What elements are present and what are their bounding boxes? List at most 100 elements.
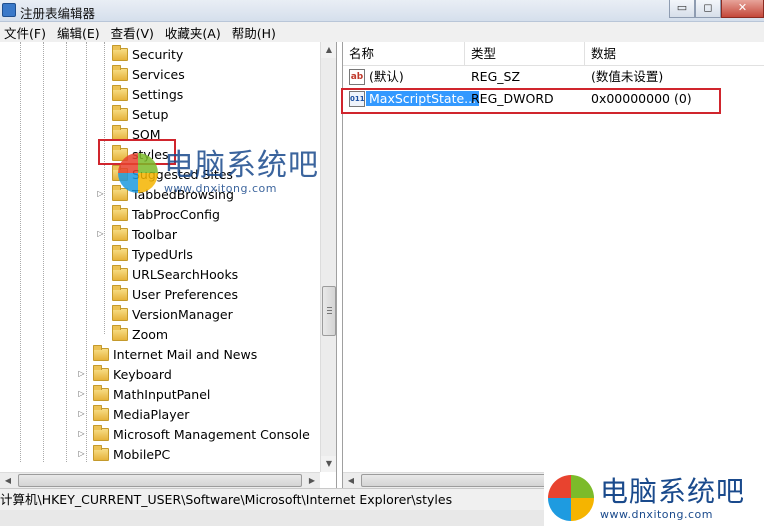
folder-icon [112,84,128,101]
window-title: 注册表编辑器 [20,6,96,21]
expand-arrow-icon[interactable]: ▷ [77,449,86,458]
tree-item-label: MathInputPanel [113,386,211,402]
folder-icon [112,244,128,261]
tree-item-label: Setup [132,106,169,122]
tree-item-urlsearchhooks[interactable]: URLSearchHooks [112,264,238,284]
scroll-down-icon[interactable]: ▼ [321,456,336,472]
tree-item-user-preferences[interactable]: User Preferences [112,284,238,304]
folder-icon [112,64,128,81]
folder-icon [93,404,109,421]
folder-icon [112,324,128,341]
tree-item-settings[interactable]: Settings [112,84,183,104]
folder-icon [93,384,109,401]
tree-item-label: User Preferences [132,286,238,302]
tree-item-security[interactable]: Security [112,44,183,64]
folder-icon [112,104,128,121]
folder-icon [112,204,128,221]
tree-item-keyboard[interactable]: ▷ Keyboard [78,364,172,384]
value-row-default[interactable]: ab (默认) REG_SZ (数值未设置) [343,66,763,88]
watermark-center: 电脑系统吧 www.dnxitong.com [118,150,319,195]
column-header-name[interactable]: 名称 [343,42,465,66]
value-name: (默认) [369,69,404,84]
folder-icon [93,444,109,461]
folder-icon [93,364,109,381]
close-button[interactable]: ✕ [721,0,764,18]
scroll-up-icon[interactable]: ▲ [321,42,336,58]
maximize-button[interactable]: ◻ [695,0,721,18]
column-header-type[interactable]: 类型 [465,42,585,66]
values-list[interactable]: 名称 类型 数据 ab (默认) REG_SZ (数值未设置) 011 MaxS… [341,42,764,489]
regedit-app-icon [2,3,16,17]
tree-item-services[interactable]: Services [112,64,185,84]
tree-guide-line [43,42,44,462]
watermark-logo-icon [118,152,158,193]
tree-item-mediaplayer[interactable]: ▷ MediaPlayer [78,404,190,424]
tree-item-versionmanager[interactable]: VersionManager [112,304,233,324]
registry-tree[interactable]: SecurityServicesSettingsSetupSQMstylesSu… [0,42,337,488]
expand-arrow-icon[interactable]: ▷ [77,369,86,378]
tree-item-mobilepc[interactable]: ▷ MobilePC [78,444,171,464]
expand-arrow-icon[interactable]: ▷ [77,389,86,398]
value-data: (数值未设置) [591,69,664,84]
tree-item-label: Microsoft Management Console [113,426,310,442]
tree-item-internet-mail-and-news[interactable]: Internet Mail and News [93,344,257,364]
tree-item-label: TypedUrls [132,246,193,262]
folder-icon [112,224,128,241]
tree-item-label: Zoom [132,326,169,342]
scroll-thumb[interactable] [322,286,336,336]
watermark-corner: 电脑系统吧 www.dnxitong.com [544,470,764,526]
tree-item-label: MobilePC [113,446,171,462]
tree-item-mathinputpanel[interactable]: ▷ MathInputPanel [78,384,211,404]
tree-item-typedurls[interactable]: TypedUrls [112,244,193,264]
tree-guide-line [20,42,21,462]
scroll-left-icon[interactable]: ◀ [0,473,16,488]
tree-item-label: Settings [132,86,184,102]
tree-item-label: Internet Mail and News [113,346,258,362]
string-value-icon: ab [349,69,365,85]
menu-view[interactable]: 查看(V) [107,23,161,42]
tree-item-label: Services [132,66,185,82]
tree-item-label: TabProcConfig [132,206,220,222]
folder-icon [112,284,128,301]
watermark-url: www.dnxitong.com [164,182,277,195]
folder-icon [112,304,128,321]
tree-item-label: VersionManager [132,306,233,322]
watermark-logo-icon [548,475,594,521]
expand-arrow-icon[interactable]: ▷ [96,189,105,198]
folder-icon [112,264,128,281]
tree-item-label: URLSearchHooks [132,266,239,282]
tree-guide-line [66,42,67,462]
tree-horizontal-scrollbar[interactable]: ◀ ▶ [0,472,320,488]
folder-icon [112,44,128,61]
expand-arrow-icon[interactable]: ▷ [77,409,86,418]
menu-edit[interactable]: 编辑(E) [53,23,107,42]
tree-guide-line [86,42,87,462]
tree-item-label: MediaPlayer [113,406,190,422]
menu-help[interactable]: 帮助(H) [228,23,283,42]
scroll-right-icon[interactable]: ▶ [304,473,320,488]
tree-item-zoom[interactable]: Zoom [112,324,168,344]
folder-icon [93,424,109,441]
scroll-left-icon[interactable]: ◀ [343,473,359,489]
expand-arrow-icon[interactable]: ▷ [77,429,86,438]
expand-arrow-icon[interactable]: ▷ [96,229,105,238]
tree-item-toolbar[interactable]: ▷ Toolbar [97,224,178,244]
tree-item-label: Security [132,46,184,62]
tree-item-microsoft-management-console[interactable]: ▷ Microsoft Management Console [78,424,310,444]
watermark-title: 电脑系统吧 [164,148,319,183]
tree-guide-line [104,42,105,334]
tree-item-label: Keyboard [113,366,172,382]
list-header: 名称 类型 数据 [343,42,764,66]
tree-vertical-scrollbar[interactable]: ▲ ▼ [320,42,336,472]
tree-item-setup[interactable]: Setup [112,104,168,124]
maxscriptstate-highlight-box [341,88,721,114]
tree-item-tabprocconfig[interactable]: TabProcConfig [112,204,220,224]
watermark-title: 电脑系统吧 [600,474,746,508]
scroll-thumb[interactable] [18,474,302,487]
menu-favorites[interactable]: 收藏夹(A) [161,23,228,42]
menu-file[interactable]: 文件(F) [0,23,53,42]
column-header-data[interactable]: 数据 [585,42,764,66]
minimize-button[interactable]: ▭ [669,0,695,18]
value-type: REG_SZ [471,69,521,84]
tree-item-label: Toolbar [132,226,178,242]
